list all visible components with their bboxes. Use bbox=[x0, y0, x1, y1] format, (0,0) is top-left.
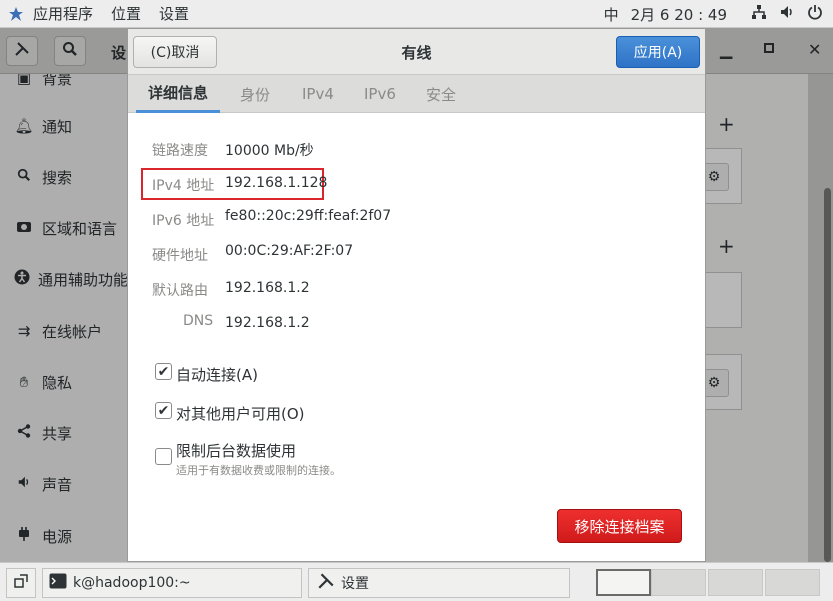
auto-connect-checkbox[interactable]: ✔ bbox=[155, 363, 172, 380]
taskbar-terminal[interactable]: k@hadoop100:~ bbox=[42, 568, 302, 598]
tab-ipv4[interactable]: IPv4 bbox=[302, 75, 334, 113]
terminal-icon bbox=[49, 573, 67, 593]
taskbar-terminal-label: k@hadoop100:~ bbox=[73, 575, 191, 591]
settings-menu[interactable]: 设置 bbox=[150, 3, 198, 24]
clock[interactable]: 2月 6 20 : 49 bbox=[631, 4, 727, 25]
top-bar: 应用程序 位置 设置 中 2月 6 20 : 49 bbox=[0, 0, 833, 28]
taskbar: k@hadoop100:~ 设置 bbox=[0, 562, 833, 601]
applications-menu[interactable]: 应用程序 bbox=[24, 3, 102, 24]
default-route-label: 默认路由 bbox=[152, 283, 208, 299]
available-to-all-users-checkbox[interactable]: ✔ bbox=[155, 402, 172, 419]
dns-label: DNS bbox=[183, 313, 214, 329]
apply-button[interactable]: 应用(A) bbox=[616, 36, 700, 68]
places-menu[interactable]: 位置 bbox=[102, 3, 150, 24]
tab-ipv6[interactable]: IPv6 bbox=[364, 75, 396, 113]
ipv4-address-value: 192.168.1.128 bbox=[225, 175, 328, 191]
tab-security[interactable]: 安全 bbox=[426, 75, 456, 113]
workspace-3[interactable] bbox=[708, 569, 763, 596]
input-method-indicator[interactable]: 中 bbox=[604, 4, 619, 25]
checkmark-icon: ✔ bbox=[157, 402, 170, 419]
restrict-background-data-label[interactable]: 限制后台数据使用 bbox=[176, 440, 296, 461]
restrict-background-data-checkbox[interactable] bbox=[155, 448, 172, 465]
restrict-background-data-hint: 适用于有数据收费或限制的连接。 bbox=[176, 464, 341, 477]
applications-icon[interactable] bbox=[8, 6, 24, 22]
link-speed-value: 10000 Mb/秒 bbox=[225, 143, 314, 159]
link-speed-label: 链路速度 bbox=[152, 143, 208, 159]
network-icon[interactable] bbox=[751, 4, 767, 24]
auto-connect-label[interactable]: 自动连接(A) bbox=[176, 364, 258, 385]
available-to-all-users-label[interactable]: 对其他用户可用(O) bbox=[176, 403, 305, 424]
taskbar-settings-label: 设置 bbox=[341, 576, 369, 592]
checkmark-icon: ✔ bbox=[157, 363, 170, 380]
taskbar-settings[interactable]: 设置 bbox=[308, 568, 570, 598]
workspace-2[interactable] bbox=[651, 569, 706, 596]
volume-icon[interactable] bbox=[779, 4, 795, 24]
ipv6-address-label: IPv6 地址 bbox=[152, 213, 215, 229]
cancel-button[interactable]: (C)取消 bbox=[133, 36, 217, 68]
show-desktop-icon bbox=[14, 574, 28, 592]
power-icon[interactable] bbox=[807, 4, 823, 24]
wired-connection-dialog: (C)取消 有线 应用(A) 详细信息 身份 IPv4 IPv6 安全 链路速度… bbox=[127, 28, 706, 562]
settings-tools-icon bbox=[317, 572, 335, 594]
dialog-tabs: 详细信息 身份 IPv4 IPv6 安全 bbox=[128, 75, 705, 113]
workspace-4[interactable] bbox=[765, 569, 820, 596]
ipv6-address-value: fe80::20c:29ff:feaf:2f07 bbox=[225, 208, 392, 224]
hardware-address-value: 00:0C:29:AF:2F:07 bbox=[225, 243, 354, 259]
dns-value: 192.168.1.2 bbox=[225, 315, 310, 331]
hardware-address-label: 硬件地址 bbox=[152, 248, 208, 264]
tab-details[interactable]: 详细信息 bbox=[136, 75, 221, 113]
remove-connection-profile-button[interactable]: 移除连接档案 bbox=[557, 509, 682, 543]
dialog-header: (C)取消 有线 应用(A) bbox=[128, 29, 705, 75]
default-route-value: 192.168.1.2 bbox=[225, 280, 310, 296]
show-desktop-button[interactable] bbox=[6, 568, 36, 598]
tab-identity[interactable]: 身份 bbox=[240, 75, 270, 113]
workspace-1[interactable] bbox=[596, 569, 651, 596]
ipv4-address-label: IPv4 地址 bbox=[152, 178, 215, 194]
